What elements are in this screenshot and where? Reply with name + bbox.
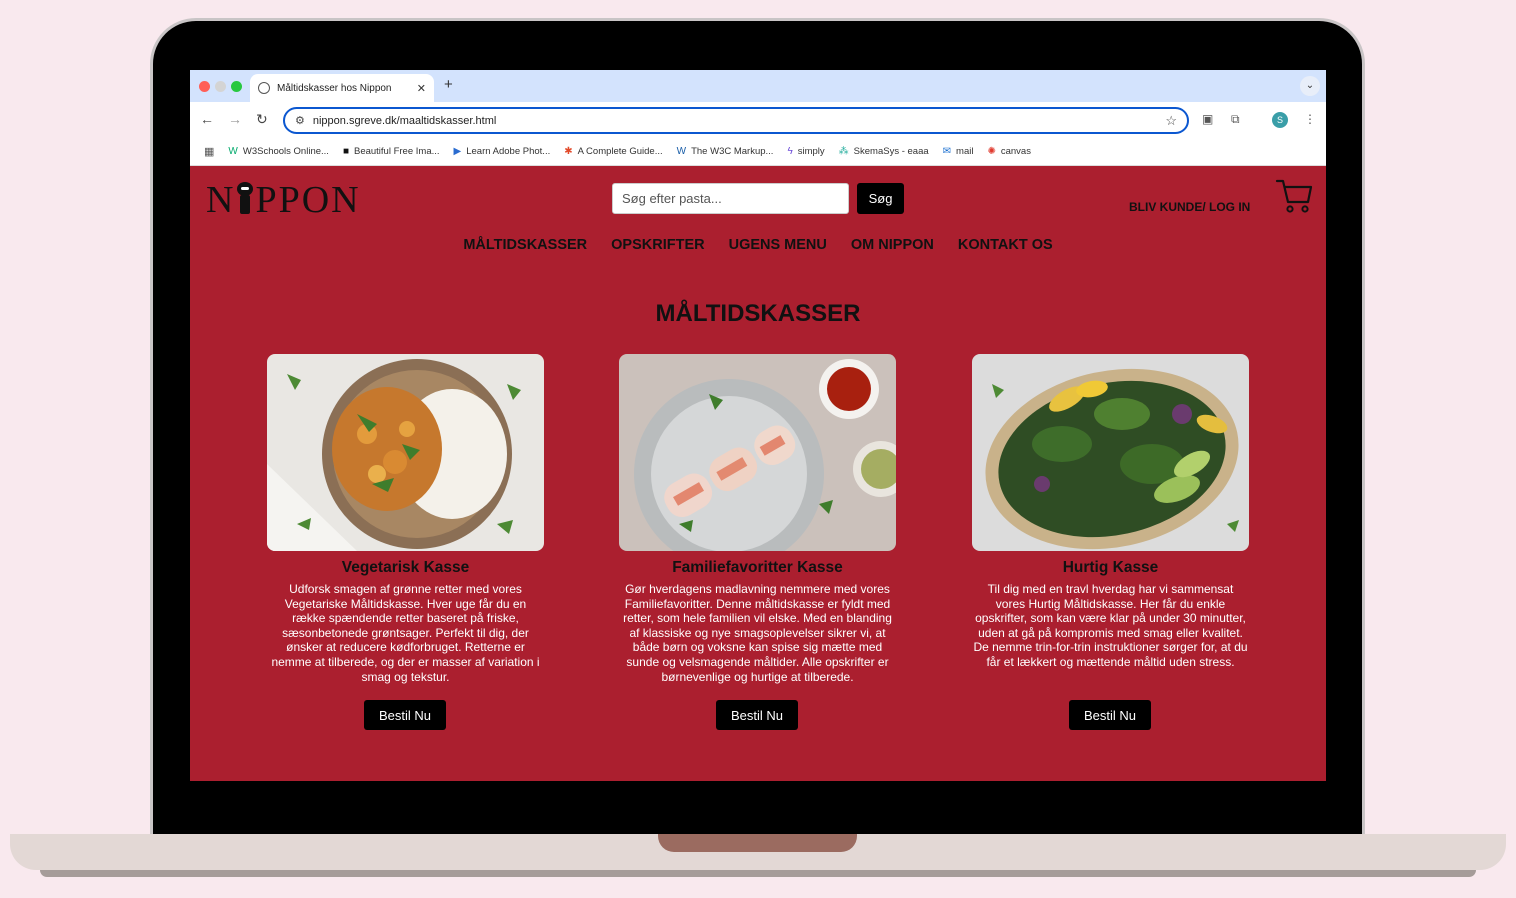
card-description: Gør hverdagens madlavning nemmere med vo…	[623, 582, 892, 684]
product-card-familiefavoritter: Familiefavoritter Kasse Gør hverdagens m…	[619, 354, 896, 730]
chevron-down-icon[interactable]: ⌄	[1300, 76, 1320, 96]
simply-icon: ϟ	[787, 146, 793, 157]
url-text: nippon.sgreve.dk/maaltidskasser.html	[312, 114, 497, 127]
page-title: MÅLTIDSKASSER	[655, 300, 861, 327]
search-button[interactable]: Søg	[857, 183, 904, 214]
tab-close-icon[interactable]: ✕	[417, 82, 426, 95]
forward-arrow-icon[interactable]: →	[228, 111, 242, 127]
nav-opskrifter[interactable]: OPSKRIFTER	[611, 237, 704, 253]
canvas-icon: ✺	[987, 146, 996, 157]
bookmark-star-icon[interactable]: ☆	[1165, 113, 1177, 129]
browser-tab-bar: Måltidskasser hos Nippon ✕ + ⌄	[190, 70, 1326, 102]
vegetarian-bowl-image	[267, 354, 544, 551]
bookmark-simply[interactable]: ϟ simply	[787, 146, 824, 157]
logo-text-end: PPON	[255, 179, 361, 221]
profile-avatar[interactable]: S	[1272, 112, 1288, 128]
browser-toolbar: ← → ↻ ⚙ nippon.sgreve.dk/maaltidskasser.…	[190, 102, 1326, 138]
outlook-icon: ✉	[942, 146, 952, 157]
bookmark-mail[interactable]: ✉ mail	[943, 146, 974, 157]
order-button[interactable]: Bestil Nu	[1069, 700, 1151, 730]
order-button[interactable]: Bestil Nu	[716, 700, 798, 730]
nav-ugens-menu[interactable]: UGENS MENU	[729, 237, 827, 253]
bookmark-label: The W3C Markup...	[691, 146, 774, 157]
apps-grid-icon[interactable]: ▦	[204, 145, 214, 158]
product-card-hurtig: Hurtig Kasse Til dig med en travl hverda…	[972, 354, 1249, 730]
order-button[interactable]: Bestil Nu	[364, 700, 446, 730]
reload-icon[interactable]: ↻	[256, 111, 268, 128]
w3schools-icon: W	[228, 146, 238, 157]
card-description: Til dig med en travl hverdag har vi samm…	[973, 582, 1248, 669]
laptop-notch	[658, 834, 857, 852]
logo-text-start: N	[206, 179, 236, 221]
bookmark-guide[interactable]: ✱ A Complete Guide...	[564, 146, 662, 157]
window-maximize-button[interactable]	[231, 81, 242, 92]
youtube-icon: ▶	[453, 146, 462, 157]
bookmark-label: canvas	[1000, 146, 1031, 157]
screen: Måltidskasser hos Nippon ✕ + ⌄ ← → ↻ ⚙ n…	[190, 70, 1326, 781]
w3c-icon: W	[676, 146, 687, 157]
bookmark-label: Beautiful Free Ima...	[353, 146, 440, 157]
bookmark-label: A Complete Guide...	[577, 146, 663, 157]
globe-icon	[258, 82, 270, 94]
bookmark-label: SkemaSys - eaaa	[853, 146, 929, 157]
new-tab-icon[interactable]: +	[444, 76, 453, 93]
product-card-vegetarisk: Vegetarisk Kasse Udforsk smagen af grønn…	[267, 354, 544, 730]
site-settings-icon[interactable]: ⚙	[295, 114, 305, 127]
card-title: Hurtig Kasse	[1062, 559, 1159, 576]
nippon-logo[interactable]: N PPON	[206, 178, 361, 222]
search-input[interactable]	[612, 183, 849, 214]
browser-tab[interactable]: Måltidskasser hos Nippon ✕	[250, 74, 434, 102]
nav-maaltidskasser[interactable]: MÅLTIDSKASSER	[463, 237, 587, 253]
bookmark-adobe[interactable]: ▶ Learn Adobe Phot...	[454, 146, 551, 157]
tab-title: Måltidskasser hos Nippon	[277, 82, 392, 94]
laptop-foot	[40, 870, 1476, 877]
bookmark-w3schools[interactable]: W W3Schools Online...	[228, 146, 329, 157]
skemasys-icon: ⁂	[838, 146, 849, 157]
unsplash-icon: ■	[342, 146, 349, 157]
bookmark-label: W3Schools Online...	[242, 146, 329, 157]
bookmark-label: Learn Adobe Phot...	[466, 146, 551, 157]
nav-om-nippon[interactable]: OM NIPPON	[851, 237, 934, 253]
card-title: Vegetarisk Kasse	[341, 559, 470, 576]
address-bar[interactable]: ⚙ nippon.sgreve.dk/maaltidskasser.html ☆	[283, 107, 1189, 134]
bookmark-unsplash[interactable]: ■ Beautiful Free Ima...	[343, 146, 440, 157]
bookmark-label: simply	[797, 146, 825, 157]
spring-rolls-image	[619, 354, 896, 551]
facebook-extension-icon[interactable]: ▣	[1202, 112, 1213, 126]
bookmark-canvas[interactable]: ✺ canvas	[987, 146, 1031, 157]
more-menu-icon[interactable]: ⋮	[1304, 112, 1316, 126]
shopping-cart-icon[interactable]	[1275, 178, 1313, 214]
bookmarks-bar: ▦ W W3Schools Online... ■ Beautiful Free I…	[190, 138, 1326, 166]
bookmark-w3c[interactable]: W The W3C Markup...	[677, 146, 774, 157]
ninja-icon	[235, 182, 255, 214]
bookmark-skemasys[interactable]: ⁂ SkemaSys - eaaa	[839, 146, 929, 157]
salad-image	[972, 354, 1249, 551]
window-close-button[interactable]	[199, 81, 210, 92]
back-arrow-icon[interactable]: ←	[200, 111, 214, 127]
card-description: Udforsk smagen af grønne retter med vore…	[271, 582, 540, 684]
login-link[interactable]: BLIV KUNDE/ LOG IN	[1129, 200, 1250, 214]
window-minimize-button[interactable]	[215, 81, 226, 92]
bookmark-label: mail	[956, 146, 974, 157]
website: N PPON Søg BLIV KUNDE/ LOG IN MÅLTIDSKASS…	[190, 166, 1326, 781]
card-title: Familiefavoritter Kasse	[672, 559, 843, 576]
nav-kontakt-os[interactable]: KONTAKT OS	[958, 237, 1053, 253]
extensions-puzzle-icon[interactable]: ⧉	[1231, 112, 1240, 127]
css-tricks-icon: ✱	[564, 146, 573, 157]
main-navigation: MÅLTIDSKASSER OPSKRIFTER UGENS MENU OM N…	[190, 237, 1326, 253]
